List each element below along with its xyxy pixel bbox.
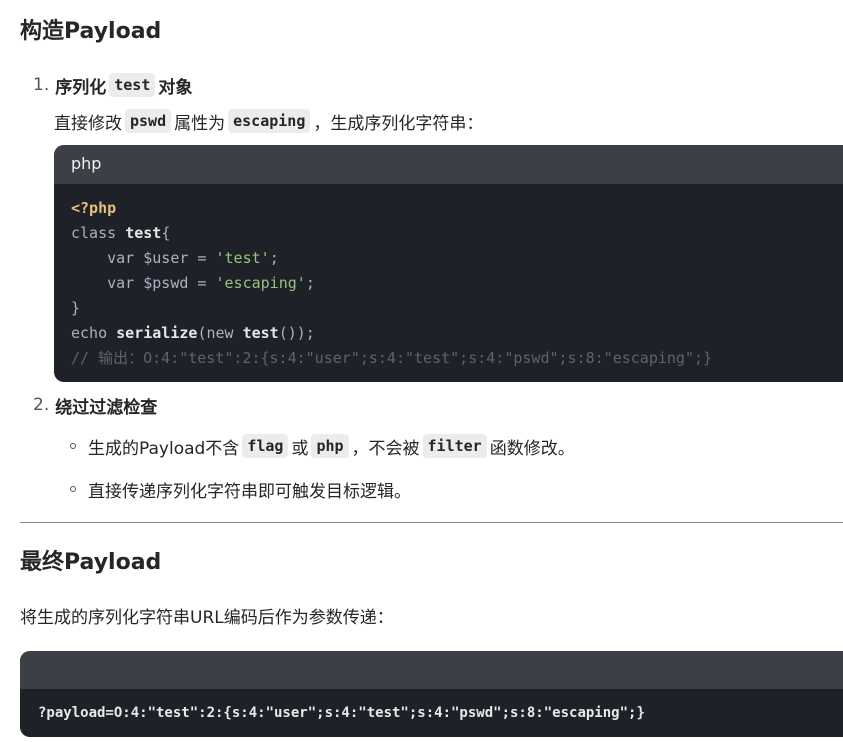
inline-code-escaping: escaping — [228, 109, 311, 133]
code-line: <?php — [71, 199, 117, 217]
code-text: echo — [71, 324, 117, 342]
horizontal-divider — [20, 522, 843, 523]
code-text: var $pswd = — [71, 274, 216, 292]
bullet-item: 直接传递序列化字符串即可触发目标逻辑。 — [70, 474, 411, 504]
code-string: 'escaping' — [215, 274, 306, 292]
desc-text: 属性为 — [174, 113, 226, 134]
bullet-text: 直接传递序列化字符串即可触发目标逻辑。 — [88, 481, 411, 502]
bullet-text: 函数修改。 — [489, 438, 575, 459]
code-content[interactable]: <?php class test{ var $user = 'test'; va… — [54, 184, 843, 371]
code-function: serialize — [116, 324, 198, 342]
payload-code-block: ?payload=O:4:"test":2:{s:4:"user";s:4:"t… — [20, 651, 843, 737]
section-heading-construct-payload: 构造Payload — [20, 19, 162, 44]
code-keyword: class — [71, 224, 126, 242]
inline-code-filter: filter — [422, 434, 487, 458]
list-number: 1. — [33, 75, 50, 95]
php-code-block: php <?php class test{ var $user = 'test'… — [54, 145, 843, 382]
list-number: 2. — [33, 395, 50, 415]
code-text: } — [71, 299, 81, 317]
inline-code-flag: flag — [242, 434, 289, 458]
code-language-label: php — [54, 145, 843, 184]
list-item-serialize: 1. 序列化 test 对象 — [33, 70, 192, 100]
bullet-text: ，不会被 — [351, 438, 420, 459]
section-heading-final-payload: 最终Payload — [20, 550, 162, 575]
code-class-name: test — [242, 324, 279, 342]
inline-code-php: php — [311, 434, 349, 458]
list-item-bypass: 2. 绕过过滤检查 — [33, 390, 157, 420]
desc-text: ，生成序列化字符串： — [313, 113, 484, 134]
code-text: ; — [269, 249, 279, 267]
bullet-item: 生成的Payload不含 flag 或 php ，不会被 filter 函数修改… — [70, 431, 575, 461]
code-class-name: test — [125, 224, 162, 242]
inline-code-test: test — [109, 73, 156, 97]
list-title-suffix: 对象 — [158, 77, 193, 98]
list-title-prefix: 序列化 — [55, 77, 107, 98]
desc-text: 直接修改 — [54, 113, 122, 134]
code-text: ; — [305, 274, 315, 292]
code-text: ()); — [278, 324, 315, 342]
inline-code-pswd: pswd — [125, 109, 172, 133]
bullet-text: 生成的Payload不含 — [88, 438, 240, 459]
bullet-text: 或 — [291, 438, 309, 459]
item1-description: 直接修改 pswd 属性为 escaping ，生成序列化字符串： — [54, 106, 483, 136]
bullet-circle-icon — [70, 443, 76, 449]
bullet-circle-icon — [70, 486, 76, 492]
code-string: 'test' — [215, 249, 270, 267]
code-text: { — [161, 224, 171, 242]
code-block-header — [20, 651, 843, 689]
code-comment: // 输出：O:4:"test":2:{s:4:"user";s:4:"test… — [71, 349, 713, 367]
list-title: 绕过过滤检查 — [55, 397, 158, 418]
code-text: (new — [197, 324, 243, 342]
payload-code[interactable]: ?payload=O:4:"test":2:{s:4:"user";s:4:"t… — [20, 689, 843, 737]
final-payload-description: 将生成的序列化字符串URL编码后作为参数传递： — [20, 607, 394, 628]
code-text: var $user = — [71, 249, 216, 267]
